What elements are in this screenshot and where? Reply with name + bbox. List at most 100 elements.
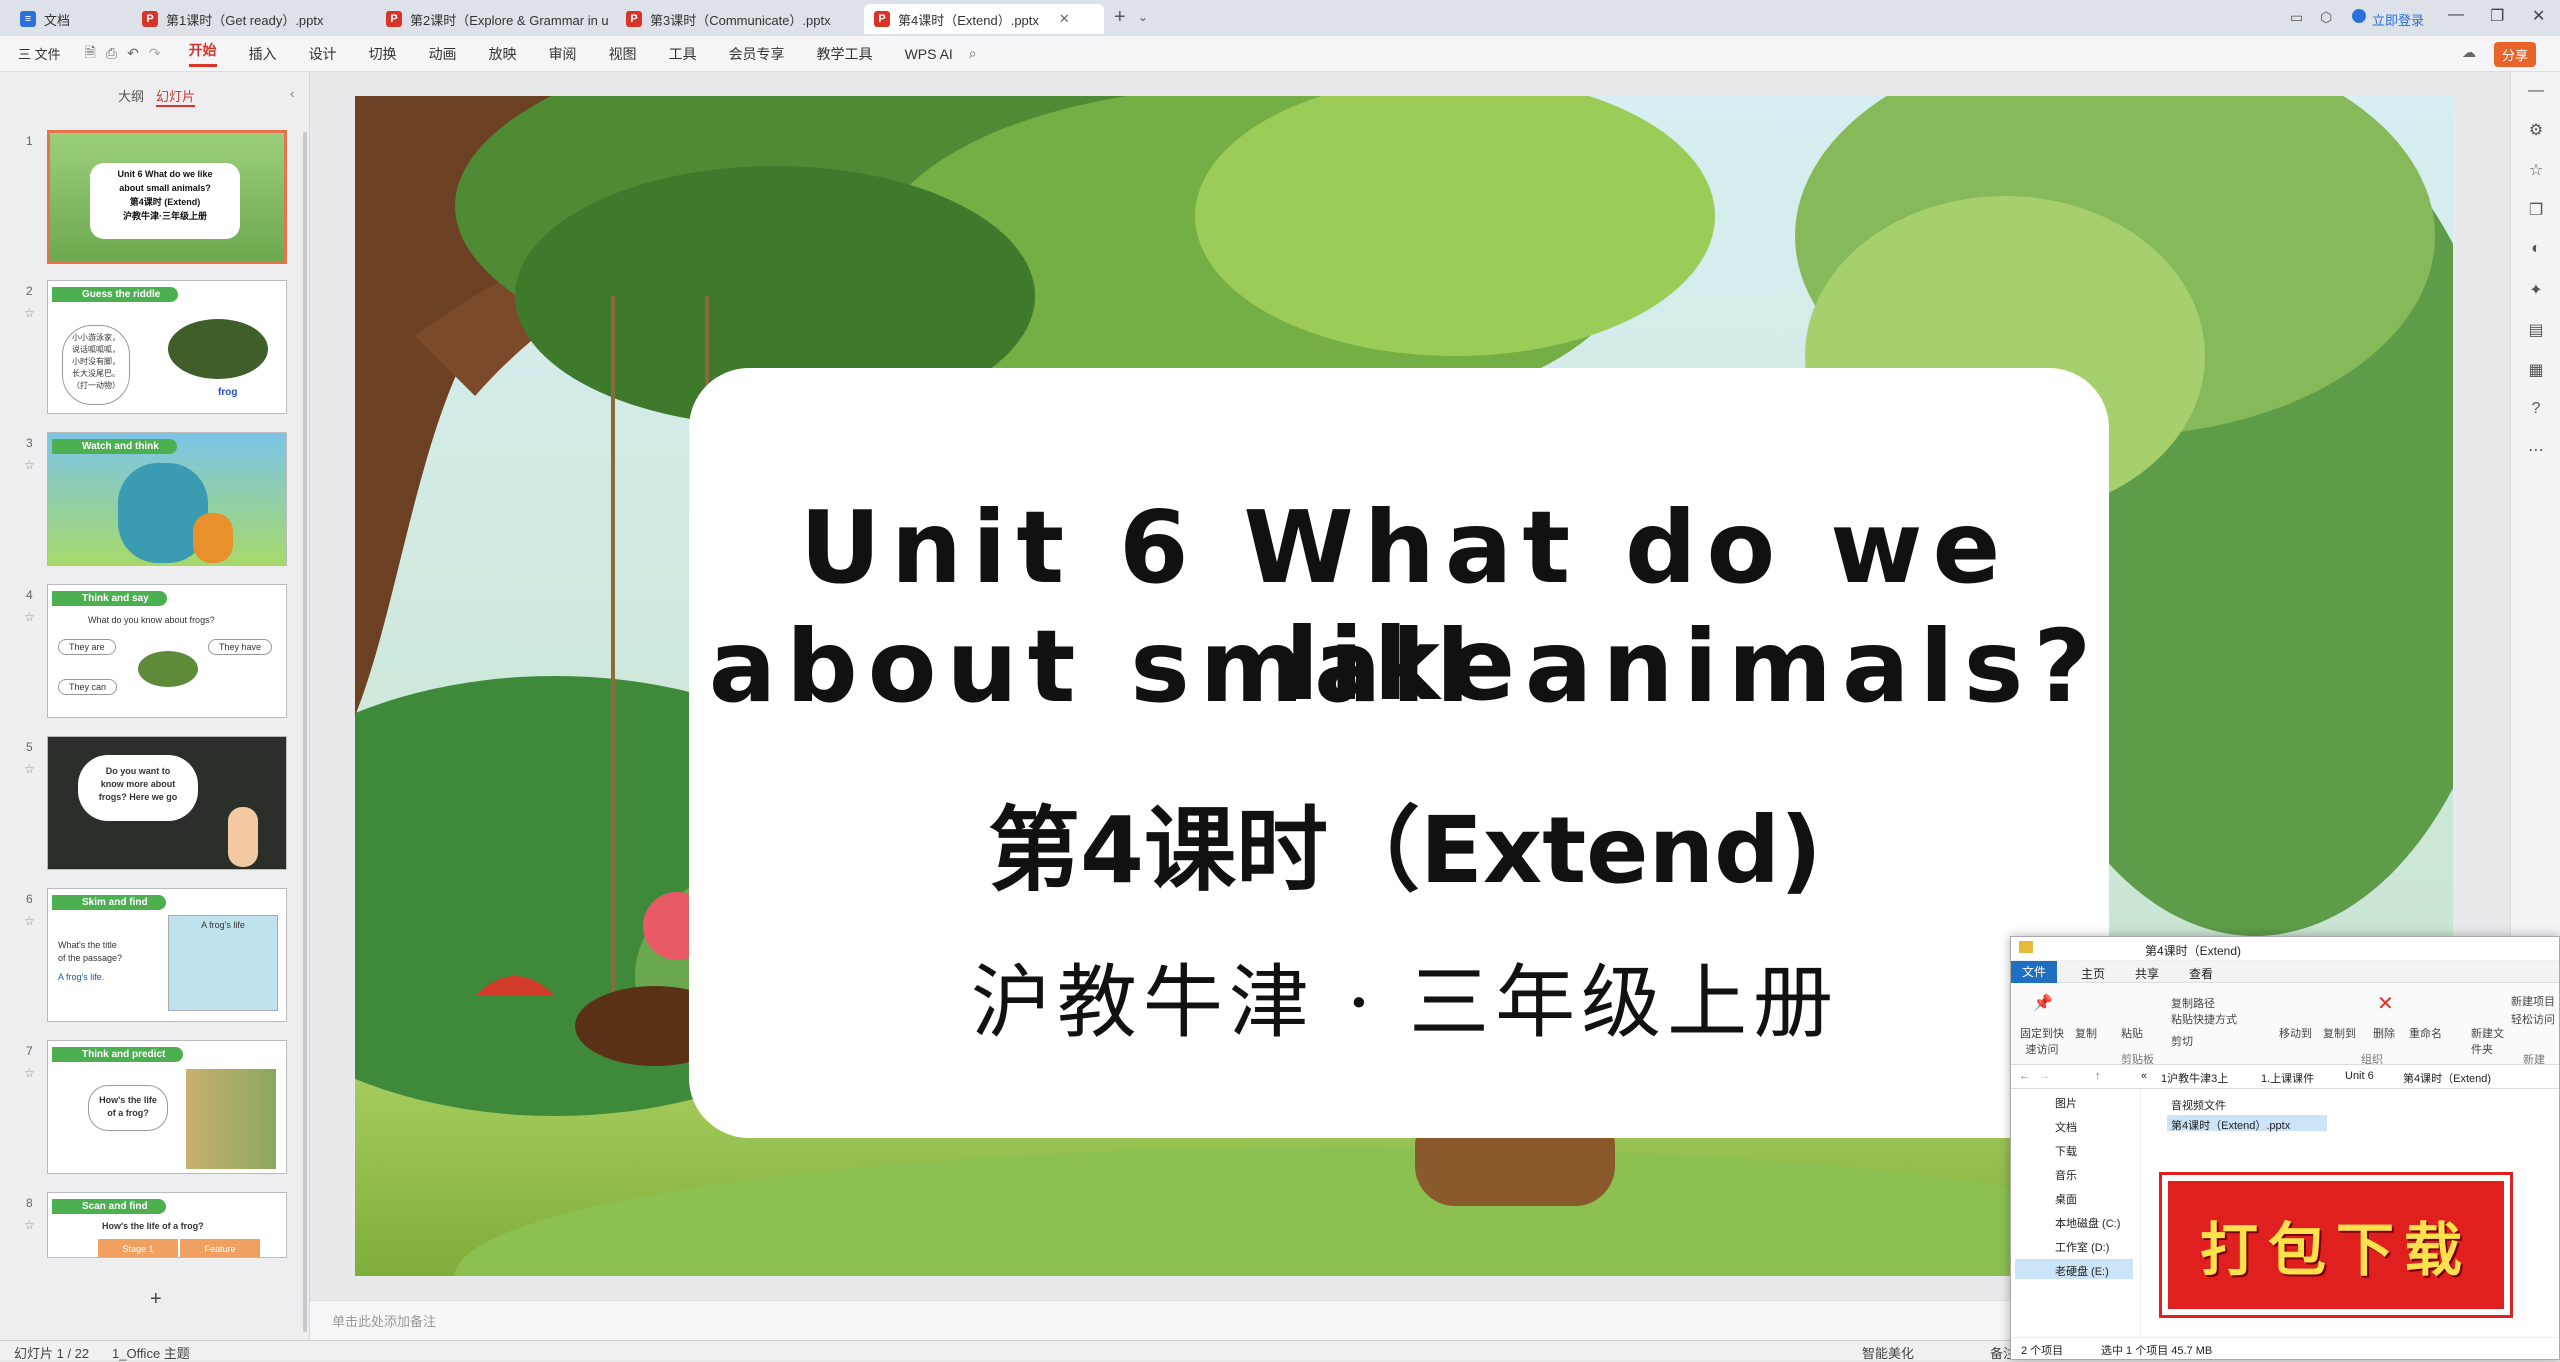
menu-transition[interactable]: 切换 [369,44,397,64]
copy-to-button[interactable]: 复制到 [2323,1025,2356,1041]
cut-button[interactable]: 剪切 [2171,1033,2193,1049]
collapse-panel-icon[interactable]: ‹ [290,86,294,101]
notes-placeholder[interactable]: 单击此处添加备注 [332,1311,436,1330]
slide-subtitle[interactable]: 第4课时（Extend) [685,776,2125,909]
star-icon[interactable]: ☆ [24,610,35,624]
breadcrumb-item[interactable]: 1沪教牛津3上 [2161,1070,2228,1086]
star-icon[interactable]: ☆ [24,1066,35,1080]
menu-animation[interactable]: 动画 [429,44,457,64]
star-icon[interactable]: ☆ [24,306,35,320]
menu-home[interactable]: 开始 [188,40,217,67]
file-menu[interactable]: 三 文件 [18,44,61,63]
breadcrumb-item[interactable]: 1.上课课件 [2261,1070,2314,1086]
star-icon[interactable]: ☆ [24,762,35,776]
nav-desktop[interactable]: 桌面 [2055,1191,2077,1207]
ribbon-tab-file[interactable]: 文件 [2011,961,2057,983]
menu-design[interactable]: 设计 [309,44,337,64]
beautify-button[interactable]: 智能美化 [1862,1343,1914,1362]
tab-slides[interactable]: 幻灯片 [156,86,196,107]
tab-documents[interactable]: ≡ 文档 [10,4,128,34]
tab-lesson-3[interactable]: P 第3课时（Communicate）.pptx [616,4,860,34]
ribbon-tab-view[interactable]: 查看 [2189,965,2213,982]
delete-button[interactable]: 删除 [2373,1025,2395,1041]
breadcrumb-item[interactable]: 第4课时（Extend) [2403,1070,2491,1086]
palette-icon[interactable]: ◐ [2527,240,2545,258]
new-folder-button[interactable]: 新建文件夹 [2471,1025,2511,1057]
avatar[interactable] [2352,9,2366,23]
move-to-button[interactable]: 移动到 [2279,1025,2312,1041]
ribbon-tab-share[interactable]: 共享 [2135,965,2159,982]
menu-review[interactable]: 审阅 [549,44,577,64]
new-item-button[interactable]: 新建项目 [2511,993,2555,1009]
maximize-icon[interactable]: ❐ [2490,6,2504,26]
slide-publisher[interactable]: 沪教牛津 · 三年级上册 [685,938,2125,1054]
forward-icon[interactable]: → [2039,1070,2050,1082]
paste-shortcut-button[interactable]: 粘贴快捷方式 [2171,1011,2237,1027]
close-icon[interactable]: ✕ [1059,11,1070,27]
search-icon[interactable]: ⌕ [969,45,977,62]
star-icon[interactable]: ☆ [2527,160,2545,179]
copy-button[interactable]: 复制 [2075,1025,2097,1041]
help-icon[interactable]: ? [2527,400,2545,418]
cloud-icon[interactable]: ☁ [2462,44,2476,61]
nav-pictures[interactable]: 图片 [2055,1095,2077,1111]
add-slide-button[interactable]: + [150,1288,162,1311]
print-icon[interactable]: ⎙ [106,45,117,62]
star-icon[interactable]: ☆ [24,1218,35,1232]
pin-button[interactable]: 固定到快速访问 [2017,1025,2067,1057]
menu-insert[interactable]: 插入 [249,44,277,64]
copy-icon[interactable]: ❐ [2527,200,2545,219]
menu-tools[interactable]: 工具 [669,44,697,64]
magic-icon[interactable]: ✦ [2527,280,2545,299]
chevron-down-icon[interactable]: ⌄ [1138,10,1148,24]
rename-button[interactable]: 重命名 [2409,1025,2442,1041]
slide-thumbnail-5[interactable]: Do you want to know more about frogs? He… [47,736,287,870]
slide-thumbnail-1[interactable]: Unit 6 What do we like about small anima… [47,130,287,264]
nav-drive-d[interactable]: 工作室 (D:) [2055,1239,2109,1255]
ribbon-tab-home[interactable]: 主页 [2081,965,2105,982]
tab-outline[interactable]: 大纲 [118,86,144,105]
undo-icon[interactable]: ↶ [127,45,139,62]
minimize-panel-icon[interactable]: — [2527,82,2545,100]
tab-lesson-2[interactable]: P 第2课时（Explore & Grammar in u [376,4,612,34]
breadcrumb-start[interactable]: « [2141,1070,2147,1082]
login-link[interactable]: 立即登录 [2372,10,2424,29]
nav-music[interactable]: 音乐 [2055,1167,2077,1183]
paste-button[interactable]: 粘贴 [2121,1025,2143,1041]
easy-access-button[interactable]: 轻松访问 [2511,1011,2555,1027]
settings-icon[interactable]: ⚙ [2527,120,2545,139]
menu-wps-ai[interactable]: WPS AI [905,46,953,62]
layout-icon[interactable]: ▦ [2527,360,2545,379]
slide-thumbnail-6[interactable]: Skim and find What's the title of the pa… [47,888,287,1022]
menu-member[interactable]: 会员专享 [729,44,785,64]
nav-drive-e[interactable]: 老硬盘 (E:) [2055,1263,2109,1279]
theme-name[interactable]: 1_Office 主题 [112,1343,190,1362]
breadcrumb-item[interactable]: Unit 6 [2345,1070,2374,1082]
close-window-icon[interactable]: ✕ [2532,6,2545,26]
slide-title-line2[interactable]: about small animals? [685,608,2125,725]
book-icon[interactable]: ▤ [2527,320,2545,339]
scrollbar[interactable] [303,132,307,1332]
menu-teaching-tools[interactable]: 教学工具 [817,44,873,64]
cube-icon[interactable]: ⬡ [2320,9,2332,26]
save-icon[interactable]: 🗎 [85,42,96,66]
window-layout-icon[interactable]: ▭ [2290,9,2303,26]
nav-downloads[interactable]: 下载 [2055,1143,2077,1159]
back-icon[interactable]: ← [2019,1070,2030,1082]
tab-lesson-1[interactable]: P 第1课时（Get ready）.pptx [132,4,372,34]
slide-thumbnail-2[interactable]: Guess the riddle 小小游泳家， 说话呱呱呱， 小时没有脚， 长大… [47,280,287,414]
minimize-icon[interactable]: — [2448,6,2464,24]
slide-thumbnail-3[interactable]: Watch and think [47,432,287,566]
star-icon[interactable]: ☆ [24,914,35,928]
share-button[interactable]: 分享 [2494,42,2537,67]
more-icon[interactable]: ⋯ [2527,440,2545,459]
menu-view[interactable]: 视图 [609,44,637,64]
star-icon[interactable]: ☆ [24,458,35,472]
redo-icon[interactable]: ↷ [149,45,161,62]
file-item-folder[interactable]: 音视频文件 [2171,1097,2226,1113]
nav-documents[interactable]: 文档 [2055,1119,2077,1135]
slide-thumbnail-8[interactable]: Scan and find How's the life of a frog? … [47,1192,287,1258]
slide-thumbnail-7[interactable]: Think and predict How's the life of a fr… [47,1040,287,1174]
up-icon[interactable]: ↑ [2095,1070,2101,1082]
tab-lesson-4[interactable]: P 第4课时（Extend）.pptx ✕ [864,4,1104,34]
